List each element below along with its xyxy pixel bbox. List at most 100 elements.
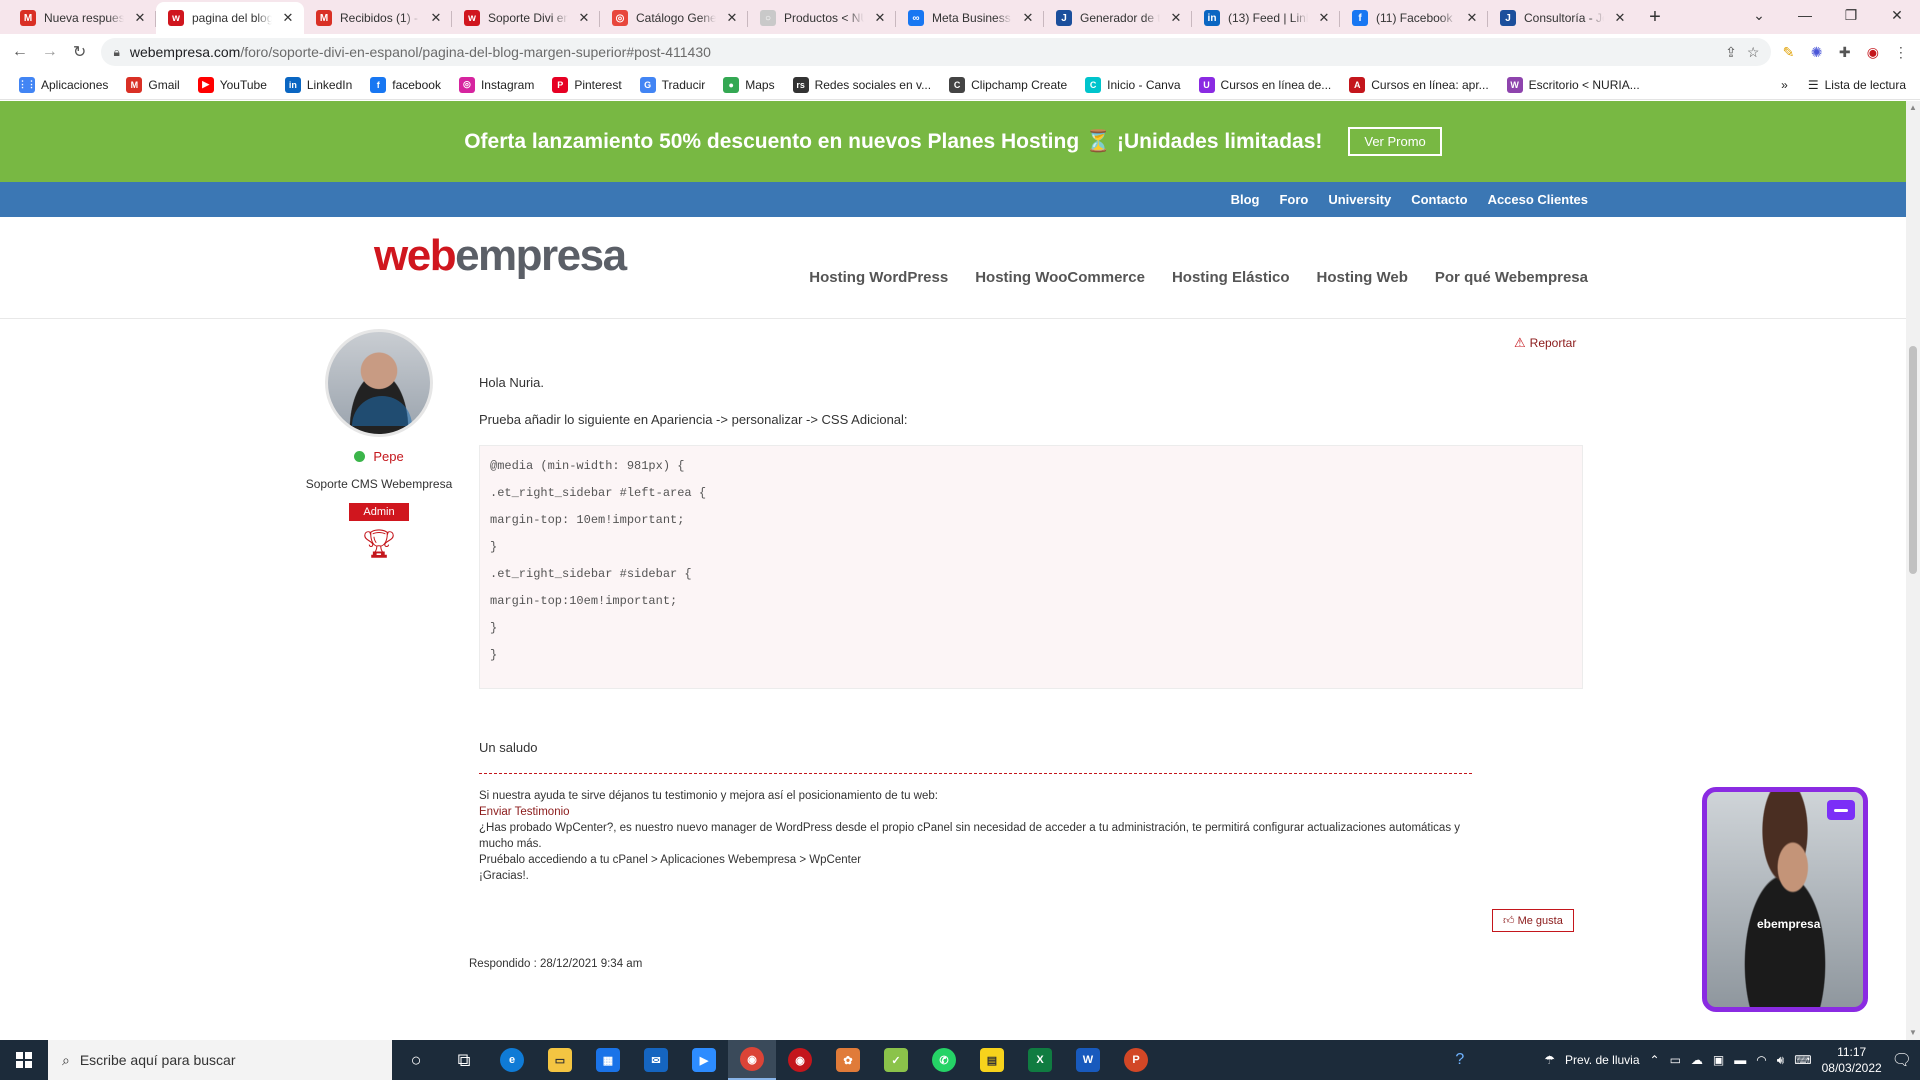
browser-tab[interactable]: ○ Productos < NU ✕ [748,2,896,34]
browser-tab[interactable]: f (11) Facebook ✕ [1340,2,1488,34]
extension-pen-icon[interactable]: ✎ [1777,39,1799,65]
main-menu-item[interactable]: Hosting Elástico [1172,269,1290,286]
restore-button[interactable]: ❐ [1828,0,1874,30]
minimize-video-button[interactable] [1827,800,1855,820]
bookmark-item[interactable]: P Pinterest [543,76,630,93]
report-link[interactable]: ⚠ Reportar [1514,335,1576,351]
main-menu-item[interactable]: Hosting WordPress [809,269,948,286]
close-tab-icon[interactable]: ✕ [1168,10,1184,26]
word-icon[interactable]: W [1064,1040,1112,1080]
bookmark-item[interactable]: ◎ Instagram [450,76,543,93]
close-window-button[interactable]: ✕ [1874,0,1920,30]
help-icon[interactable]: ? [1455,1051,1464,1069]
cortana-icon[interactable]: ○ [392,1040,440,1080]
code-block[interactable]: @media (min-width: 981px) {.et_right_sid… [479,445,1583,689]
browser-tab[interactable]: in (13) Feed | Linke ✕ [1192,2,1340,34]
main-menu-item[interactable]: Hosting WooCommerce [975,269,1145,286]
zoom-icon[interactable]: ▶ [680,1040,728,1080]
forward-button[interactable]: → [38,38,62,66]
url-text[interactable]: webempresa.com/foro/soporte-divi-en-espa… [130,44,1715,60]
bookmark-item[interactable]: C Clipchamp Create [940,76,1076,93]
address-bar[interactable]: 🔒︎ webempresa.com/foro/soporte-divi-en-e… [101,38,1772,66]
webempresa-logo[interactable]: webempresa [374,231,627,281]
share-icon[interactable]: ⇪ [1725,44,1737,61]
browser-tab[interactable]: w Soporte Divi en ✕ [452,2,600,34]
chrome-icon[interactable]: ◉ [728,1040,776,1080]
bookmark-item[interactable]: M Gmail [117,76,188,93]
weather-text[interactable]: Prev. de lluvia [1565,1053,1639,1067]
bookmark-item[interactable]: ⋮⋮ Aplicaciones [10,76,117,93]
bookmark-item[interactable]: W Escritorio < NURIA... [1498,76,1649,93]
close-tab-icon[interactable]: ✕ [576,10,592,26]
extension-flower-icon[interactable]: ✺ [1806,39,1828,65]
notes-app-icon[interactable]: ✓ [872,1040,920,1080]
taskbar-search[interactable]: ⌕ Escribe aquí para buscar [48,1040,392,1080]
sticky-notes-icon[interactable]: ▤ [968,1040,1016,1080]
browser-tab[interactable]: J Consultoría - Jo ✕ [1488,2,1636,34]
scroll-up-arrow-icon[interactable]: ▲ [1906,101,1920,115]
excel-icon[interactable]: X [1016,1040,1064,1080]
browser-menu-icon[interactable]: ⋮ [1890,39,1912,65]
chrome-profile-icon[interactable]: ◉ [776,1040,824,1080]
close-tab-icon[interactable]: ✕ [1316,10,1332,26]
top-nav-link[interactable]: University [1328,192,1391,207]
task-view-icon[interactable]: ⧉ [440,1040,488,1080]
close-tab-icon[interactable]: ✕ [132,10,148,26]
bookmark-item[interactable]: G Traducir [631,76,715,93]
minimize-button[interactable]: — [1782,0,1828,30]
bookmark-item[interactable]: A Cursos en línea: apr... [1340,76,1497,93]
weather-umbrella-icon[interactable]: ☂ [1544,1053,1555,1067]
floating-video-widget[interactable]: ebempresa [1702,787,1868,1012]
reload-button[interactable]: ↻ [68,38,92,66]
close-tab-icon[interactable]: ✕ [1020,10,1036,26]
browser-tab[interactable]: w pagina del blog ✕ [156,2,304,34]
close-tab-icon[interactable]: ✕ [1612,10,1628,26]
volume-icon[interactable]: 🔊︎ [1777,1053,1785,1068]
bookmark-item[interactable]: ● Maps [714,76,783,93]
new-tab-button[interactable]: + [1640,2,1670,32]
close-tab-icon[interactable]: ✕ [872,10,888,26]
more-bookmarks-button[interactable]: » [1781,78,1788,92]
clock[interactable]: 11:17 08/03/2022 [1822,1044,1882,1076]
send-testimonial-link[interactable]: Enviar Testimonio [479,806,570,818]
bookmark-item[interactable]: in LinkedIn [276,76,361,93]
mail-icon[interactable]: ✉ [632,1040,680,1080]
browser-tab[interactable]: M Nueva respuesta ✕ [8,2,156,34]
battery-icon[interactable]: ▬ [1734,1053,1746,1067]
profile-avatar-icon[interactable]: ◉ [1862,39,1884,65]
browser-tab[interactable]: J Generador de te ✕ [1044,2,1192,34]
onedrive-icon[interactable]: ☁ [1691,1053,1703,1067]
bookmark-item[interactable]: C Inicio - Canva [1076,76,1189,93]
scrollbar-thumb[interactable] [1909,346,1917,574]
extensions-puzzle-icon[interactable]: ✚ [1834,39,1856,65]
top-nav-link[interactable]: Acceso Clientes [1488,192,1588,207]
scroll-down-arrow-icon[interactable]: ▼ [1906,1026,1920,1040]
close-tab-icon[interactable]: ✕ [280,10,296,26]
tray-screen-icon[interactable]: ▣ [1713,1053,1724,1067]
bookmark-star-icon[interactable]: ☆ [1747,44,1760,61]
top-nav-link[interactable]: Foro [1279,192,1308,207]
bookmark-item[interactable]: rs Redes sociales en v... [784,76,941,93]
close-tab-icon[interactable]: ✕ [428,10,444,26]
avatar[interactable] [325,329,433,437]
top-nav-link[interactable]: Blog [1231,192,1260,207]
main-menu-item[interactable]: Por qué Webempresa [1435,269,1588,286]
tray-device-icon[interactable]: ▭ [1670,1053,1681,1067]
author-name[interactable]: Pepe [373,449,403,464]
promo-button[interactable]: Ver Promo [1348,127,1442,156]
browser-tab[interactable]: ∞ Meta Business S ✕ [896,2,1044,34]
main-menu-item[interactable]: Hosting Web [1317,269,1408,286]
tab-search-icon[interactable]: ⌄ [1736,0,1782,30]
powerpoint-icon[interactable]: P [1112,1040,1160,1080]
start-button[interactable] [0,1040,48,1080]
bookmark-item[interactable]: ▶ YouTube [189,76,276,93]
browser-tab[interactable]: M Recibidos (1) - n ✕ [304,2,452,34]
like-button[interactable]: 👍︎ Me gusta [1492,909,1574,932]
browser-tab[interactable]: ◎ Catálogo Gener ✕ [600,2,748,34]
edge-icon[interactable]: e [488,1040,536,1080]
lock-icon[interactable]: 🔒︎ [113,45,119,60]
top-nav-link[interactable]: Contacto [1411,192,1467,207]
bookmark-item[interactable]: f facebook [361,76,450,93]
language-icon[interactable]: ⌨ [1794,1053,1811,1067]
reading-list-button[interactable]: ☰ Lista de lectura [1808,78,1906,92]
